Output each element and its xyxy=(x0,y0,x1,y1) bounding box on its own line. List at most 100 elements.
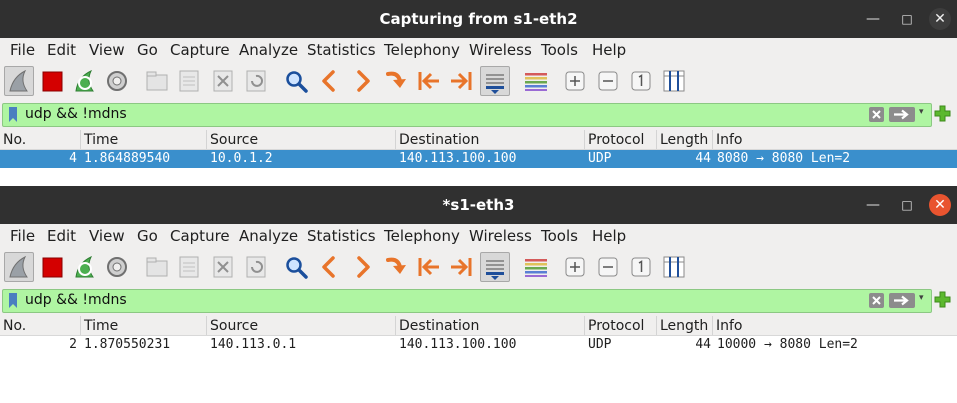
maximize-button[interactable]: □ xyxy=(896,8,918,30)
clear-filter-icon[interactable] xyxy=(869,293,884,308)
reload-file-icon[interactable] xyxy=(241,66,271,96)
stop-capture-icon[interactable] xyxy=(38,66,68,96)
go-first-packet-icon[interactable] xyxy=(414,252,444,282)
menu-telephony[interactable]: Telephony xyxy=(384,41,460,59)
menu-edit[interactable]: Edit xyxy=(47,227,76,245)
find-packet-icon[interactable] xyxy=(281,252,311,282)
column-header-protocol[interactable]: Protocol xyxy=(584,316,656,335)
zoom-out-icon[interactable] xyxy=(593,252,623,282)
go-next-icon[interactable] xyxy=(348,252,378,282)
restart-capture-icon[interactable] xyxy=(70,252,100,282)
bookmark-icon[interactable] xyxy=(8,293,18,308)
menu-wireless[interactable]: Wireless xyxy=(469,227,532,245)
window-titlebar[interactable]: *s1-eth3 — □ ✕ xyxy=(0,186,957,224)
menu-view[interactable]: View xyxy=(89,41,125,59)
packet-row[interactable]: 4 1.864889540 10.0.1.2 140.113.100.100 U… xyxy=(0,150,957,168)
filter-history-dropdown-icon[interactable]: ▾ xyxy=(919,107,924,117)
menu-file[interactable]: File xyxy=(10,227,35,245)
menu-tools[interactable]: Tools xyxy=(541,41,578,59)
apply-filter-icon[interactable] xyxy=(889,293,915,308)
normal-size-icon[interactable] xyxy=(626,66,656,96)
column-header-time[interactable]: Time xyxy=(80,130,206,149)
column-header-info[interactable]: Info xyxy=(712,130,957,149)
maximize-button[interactable]: □ xyxy=(896,194,918,216)
resize-columns-icon[interactable] xyxy=(659,66,689,96)
column-header-source[interactable]: Source xyxy=(206,316,395,335)
go-previous-icon[interactable] xyxy=(314,66,344,96)
go-previous-icon[interactable] xyxy=(314,252,344,282)
display-filter-input[interactable]: udp && !mdns ▾ xyxy=(2,289,932,313)
shark-fin-icon[interactable] xyxy=(4,66,34,96)
add-filter-button-icon[interactable] xyxy=(934,105,951,122)
menu-analyze[interactable]: Analyze xyxy=(239,227,298,245)
menu-analyze[interactable]: Analyze xyxy=(239,41,298,59)
menu-file[interactable]: File xyxy=(10,41,35,59)
close-button[interactable]: ✕ xyxy=(929,194,951,216)
close-button[interactable]: ✕ xyxy=(929,8,951,30)
zoom-in-icon[interactable] xyxy=(560,252,590,282)
colorize-icon[interactable] xyxy=(521,252,551,282)
menu-help[interactable]: Help xyxy=(592,227,626,245)
open-file-icon[interactable] xyxy=(142,66,172,96)
menu-tools[interactable]: Tools xyxy=(541,227,578,245)
display-filter-input[interactable]: udp && !mdns ▾ xyxy=(2,103,932,127)
save-file-icon[interactable] xyxy=(174,66,204,96)
column-header-no[interactable]: No. xyxy=(0,130,80,149)
menu-capture[interactable]: Capture xyxy=(170,41,230,59)
bookmark-icon[interactable] xyxy=(8,107,18,122)
menu-go[interactable]: Go xyxy=(137,227,158,245)
column-header-time[interactable]: Time xyxy=(80,316,206,335)
restart-capture-icon[interactable] xyxy=(70,66,100,96)
capture-options-icon[interactable] xyxy=(102,66,132,96)
reload-file-icon[interactable] xyxy=(241,252,271,282)
capture-options-icon[interactable] xyxy=(102,252,132,282)
go-next-icon[interactable] xyxy=(348,66,378,96)
auto-scroll-icon[interactable] xyxy=(480,252,510,282)
menu-view[interactable]: View xyxy=(89,227,125,245)
menu-statistics[interactable]: Statistics xyxy=(307,41,376,59)
minimize-button[interactable]: — xyxy=(862,8,884,30)
stop-capture-icon[interactable] xyxy=(38,252,68,282)
save-file-icon[interactable] xyxy=(174,252,204,282)
menu-wireless[interactable]: Wireless xyxy=(469,41,532,59)
shark-fin-icon[interactable] xyxy=(4,252,34,282)
window-titlebar[interactable]: Capturing from s1-eth2 — □ ✕ xyxy=(0,0,957,38)
go-to-packet-icon[interactable] xyxy=(381,66,411,96)
menu-statistics[interactable]: Statistics xyxy=(307,227,376,245)
menu-telephony[interactable]: Telephony xyxy=(384,227,460,245)
minimize-button[interactable]: — xyxy=(862,194,884,216)
column-header-no[interactable]: No. xyxy=(0,316,80,335)
menu-edit[interactable]: Edit xyxy=(47,41,76,59)
packet-length: 44 xyxy=(695,151,711,166)
normal-size-icon[interactable] xyxy=(626,252,656,282)
column-header-destination[interactable]: Destination xyxy=(395,316,584,335)
go-first-packet-icon[interactable] xyxy=(414,66,444,96)
auto-scroll-icon[interactable] xyxy=(480,66,510,96)
clear-filter-icon[interactable] xyxy=(869,107,884,122)
menu-go[interactable]: Go xyxy=(137,41,158,59)
menu-help[interactable]: Help xyxy=(592,41,626,59)
main-toolbar xyxy=(0,248,957,286)
go-last-packet-icon[interactable] xyxy=(446,252,476,282)
column-header-source[interactable]: Source xyxy=(206,130,395,149)
add-filter-button-icon[interactable] xyxy=(934,291,951,308)
close-file-icon[interactable] xyxy=(208,252,238,282)
filter-history-dropdown-icon[interactable]: ▾ xyxy=(919,293,924,303)
column-header-destination[interactable]: Destination xyxy=(395,130,584,149)
apply-filter-icon[interactable] xyxy=(889,107,915,122)
column-header-length[interactable]: Length xyxy=(656,130,712,149)
find-packet-icon[interactable] xyxy=(281,66,311,96)
close-file-icon[interactable] xyxy=(208,66,238,96)
column-header-protocol[interactable]: Protocol xyxy=(584,130,656,149)
open-file-icon[interactable] xyxy=(142,252,172,282)
column-header-info[interactable]: Info xyxy=(712,316,957,335)
zoom-in-icon[interactable] xyxy=(560,66,590,96)
packet-row[interactable]: 2 1.870550231 140.113.0.1 140.113.100.10… xyxy=(0,336,957,354)
zoom-out-icon[interactable] xyxy=(593,66,623,96)
colorize-icon[interactable] xyxy=(521,66,551,96)
menu-capture[interactable]: Capture xyxy=(170,227,230,245)
resize-columns-icon[interactable] xyxy=(659,252,689,282)
column-header-length[interactable]: Length xyxy=(656,316,712,335)
go-last-packet-icon[interactable] xyxy=(446,66,476,96)
go-to-packet-icon[interactable] xyxy=(381,252,411,282)
